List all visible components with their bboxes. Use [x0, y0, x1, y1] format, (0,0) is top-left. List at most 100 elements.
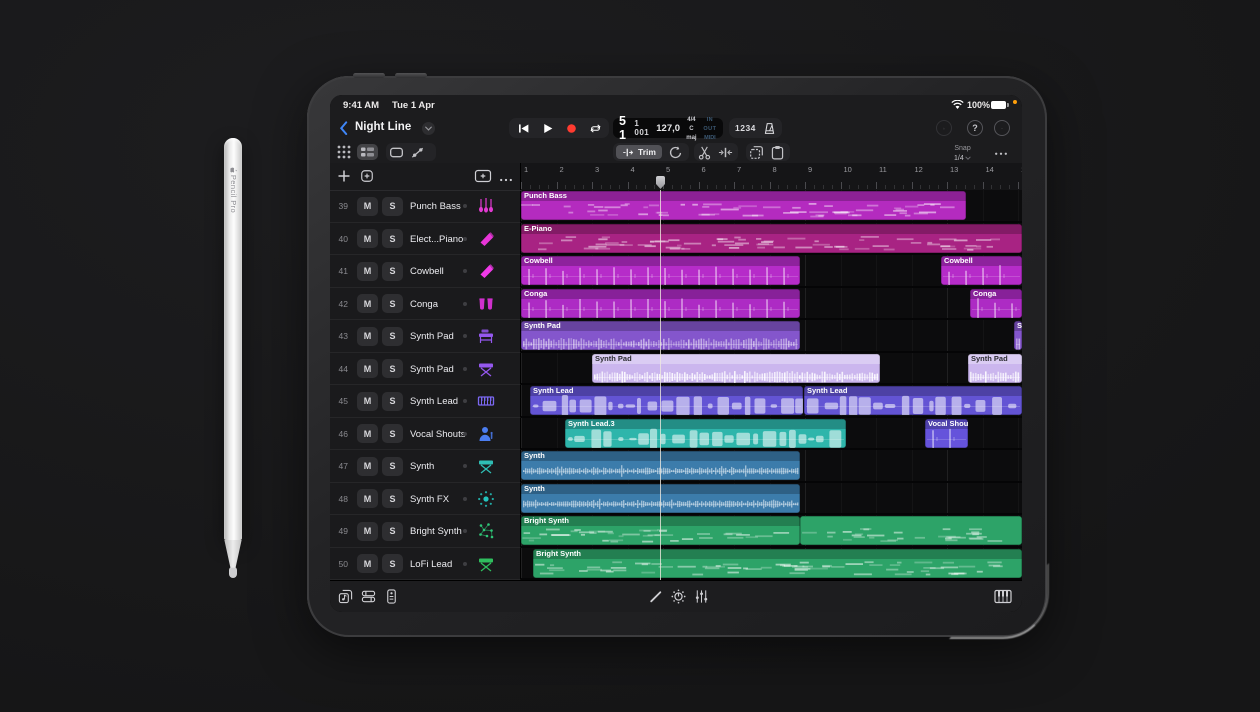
track-header-more-button[interactable] — [499, 172, 513, 180]
toolbar-more-button[interactable] — [994, 147, 1008, 157]
region[interactable]: Conga — [970, 289, 1022, 318]
mixer-button[interactable] — [361, 589, 376, 604]
paste-icon[interactable] — [770, 145, 785, 160]
track-header-row[interactable]: 41MSCowbell — [330, 255, 521, 288]
solo-button[interactable]: S — [382, 489, 403, 508]
lcd-display[interactable]: 5 1 1 001 127,0 4/4C maj IN OUTMIDI — [613, 118, 723, 138]
track-header-row[interactable]: 43MSSynth Pad — [330, 320, 521, 353]
duplicate-track-button[interactable] — [360, 169, 374, 183]
project-title[interactable]: Night Line — [355, 121, 411, 133]
mute-button[interactable]: M — [357, 457, 378, 476]
solo-button[interactable]: S — [382, 359, 403, 378]
bar-ruler[interactable]: 123456789101112131415 — [521, 163, 1022, 191]
play-surface-keyboard-button[interactable] — [994, 589, 1012, 604]
solo-button[interactable]: S — [382, 522, 403, 541]
mute-button[interactable]: M — [357, 522, 378, 541]
region[interactable]: E-Piano — [521, 224, 1022, 253]
browser-grid-button[interactable] — [336, 144, 352, 160]
track-header-row[interactable]: 45MSSynth Lead — [330, 385, 521, 418]
mute-button[interactable]: M — [357, 424, 378, 443]
playhead-line[interactable] — [660, 190, 661, 580]
back-button[interactable] — [339, 121, 348, 135]
track-name: Synth Lead — [410, 396, 458, 407]
region[interactable]: Synth Lead — [530, 386, 803, 415]
region[interactable]: Synth Pad — [968, 354, 1022, 383]
help-button[interactable]: ? — [967, 120, 983, 136]
copy-icon[interactable] — [749, 145, 764, 160]
project-menu-chevron[interactable] — [422, 122, 435, 135]
solo-button[interactable]: S — [382, 262, 403, 281]
track-header-row[interactable]: 48MSSynth FX — [330, 483, 521, 516]
undo-button[interactable] — [936, 120, 952, 136]
solo-button[interactable]: S — [382, 197, 403, 216]
automation-icon[interactable] — [410, 145, 425, 160]
track-header-row[interactable]: 40MSElect...Piano — [330, 223, 521, 256]
ruler-bar-number: 13 — [950, 165, 958, 174]
region-inspector-icon[interactable] — [389, 145, 404, 160]
mute-button[interactable]: M — [357, 359, 378, 378]
count-in-button[interactable]: 1234 — [735, 123, 756, 133]
region[interactable]: Synth Lead.3 — [565, 419, 846, 448]
trim-tool-button[interactable]: Trim — [616, 145, 662, 159]
ruler-bar-number: 5 — [666, 165, 670, 174]
tempo-display: 127,0 — [656, 123, 680, 134]
region[interactable]: Cowbell — [941, 256, 1022, 285]
add-track-button[interactable] — [337, 169, 351, 183]
region[interactable] — [800, 516, 1022, 545]
track-header-row[interactable]: 50MSLoFi Lead — [330, 548, 521, 581]
mute-button[interactable]: M — [357, 327, 378, 346]
mute-button[interactable]: M — [357, 294, 378, 313]
congas-icon — [476, 294, 496, 314]
play-button[interactable] — [537, 120, 557, 136]
out-indicator: OUT — [703, 126, 716, 132]
track-header-row[interactable]: 46MSVocal Shouts — [330, 418, 521, 451]
tracks-view-button[interactable] — [357, 144, 378, 160]
track-status-dot — [463, 529, 467, 533]
mute-button[interactable]: M — [357, 197, 378, 216]
more-options-button[interactable] — [994, 120, 1010, 136]
region[interactable]: Synth Pad — [1014, 321, 1022, 350]
metronome-icon[interactable] — [763, 122, 776, 135]
solo-button[interactable]: S — [382, 554, 403, 573]
solo-button[interactable]: S — [382, 392, 403, 411]
region[interactable]: Bright Synth — [533, 549, 1022, 578]
track-header-row[interactable]: 47MSSynth — [330, 450, 521, 483]
region[interactable]: Synth Lead — [804, 386, 1022, 415]
snap-setting[interactable]: Snap1/4 — [954, 143, 971, 163]
solo-button[interactable]: S — [382, 327, 403, 346]
solo-button[interactable]: S — [382, 424, 403, 443]
loop-tool-icon[interactable] — [668, 145, 683, 160]
channel-strip-button[interactable] — [384, 589, 399, 604]
ruler-tick — [787, 185, 788, 189]
split-scissors-icon[interactable] — [697, 145, 712, 160]
region[interactable]: Synth Pad — [592, 354, 880, 383]
mute-button[interactable]: M — [357, 229, 378, 248]
ruler-bar-number: 11 — [879, 165, 887, 174]
mute-button[interactable]: M — [357, 489, 378, 508]
track-header-row[interactable]: 44MSSynth Pad — [330, 353, 521, 386]
faders-button[interactable] — [694, 589, 709, 604]
region[interactable]: Vocal Shouts — [925, 419, 968, 448]
pencil-tool-button[interactable] — [648, 589, 663, 604]
solo-button[interactable]: S — [382, 294, 403, 313]
browser-button[interactable] — [338, 589, 353, 604]
ruler-tick — [938, 185, 939, 189]
track-header-row[interactable]: 49MSBright Synth — [330, 515, 521, 548]
ruler-tick — [876, 182, 877, 189]
mute-button[interactable]: M — [357, 554, 378, 573]
region[interactable]: Punch Bass — [521, 191, 966, 220]
go-to-beginning-button[interactable] — [513, 120, 533, 136]
track-header-row[interactable]: 39MSPunch Bass — [330, 190, 521, 223]
mute-button[interactable]: M — [357, 392, 378, 411]
mute-button[interactable]: M — [357, 262, 378, 281]
record-button[interactable] — [561, 120, 581, 136]
keyboard-stand-icon — [476, 554, 496, 574]
join-icon[interactable] — [718, 145, 733, 160]
track-header-options-button[interactable] — [474, 169, 492, 183]
smart-controls-button[interactable] — [671, 589, 686, 604]
cycle-button[interactable] — [585, 120, 605, 136]
solo-button[interactable]: S — [382, 229, 403, 248]
solo-button[interactable]: S — [382, 457, 403, 476]
ruler-tick — [565, 185, 566, 189]
track-header-row[interactable]: 42MSConga — [330, 288, 521, 321]
